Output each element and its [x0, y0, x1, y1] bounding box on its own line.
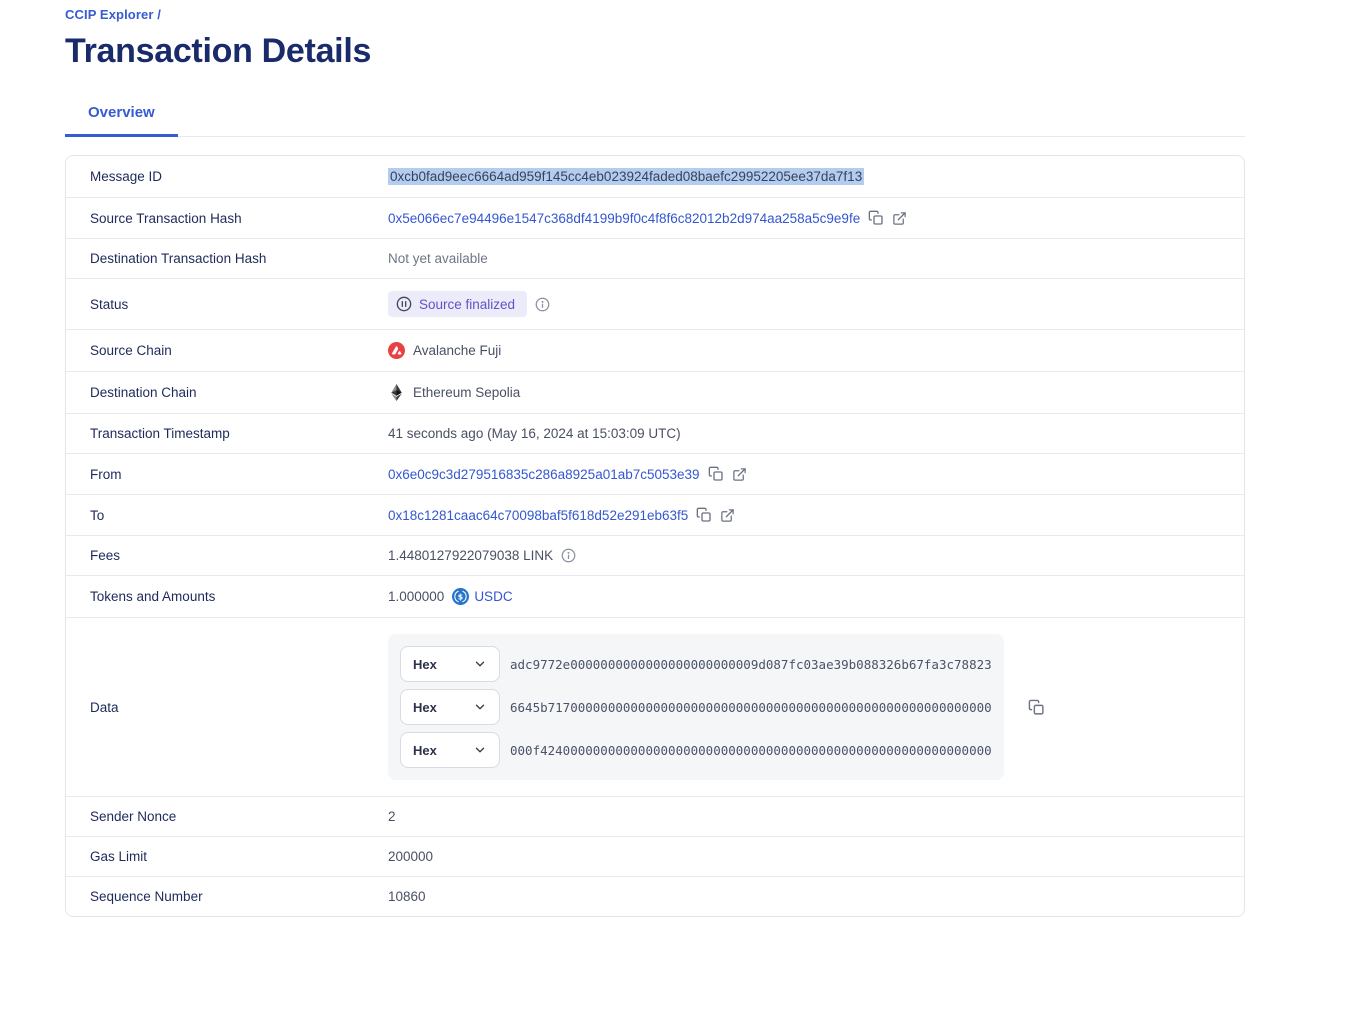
chevron-down-icon	[473, 657, 487, 671]
from-address-link[interactable]: 0x6e0c9c3d279516835c286a8925a01ab7c5053e…	[388, 467, 700, 482]
data-hex-line: 6645b71700000000000000000000000000000000…	[510, 700, 992, 715]
row-label: Tokens and Amounts	[90, 589, 388, 604]
chevron-down-icon	[473, 700, 487, 714]
data-line: Hex 000f42400000000000000000000000000000…	[400, 732, 992, 768]
gas-limit-value: 200000	[388, 849, 433, 864]
row-label: Destination Transaction Hash	[90, 251, 388, 266]
source-chain-value: Avalanche Fuji	[413, 343, 501, 358]
sequence-number-value: 10860	[388, 889, 426, 904]
table-row-sender-nonce: Sender Nonce 2	[66, 797, 1244, 837]
data-panel: Hex adc9772e0000000000000000000000009d08…	[388, 634, 1004, 780]
external-link-icon[interactable]	[720, 508, 735, 523]
copy-icon[interactable]	[1028, 699, 1045, 716]
usdc-icon: $	[452, 588, 469, 605]
breadcrumb: CCIP Explorer /	[65, 7, 1245, 22]
message-id-value: 0xcb0fad9eec6664ad959f145cc4eb023924fade…	[388, 168, 864, 185]
transaction-details-card: Message ID 0xcb0fad9eec6664ad959f145cc4e…	[65, 155, 1245, 917]
table-row-from: From 0x6e0c9c3d279516835c286a8925a01ab7c…	[66, 454, 1244, 495]
row-label: Source Transaction Hash	[90, 211, 388, 226]
token-symbol-link[interactable]: USDC	[474, 589, 512, 604]
data-format-select[interactable]: Hex	[400, 689, 500, 725]
row-label: To	[90, 508, 388, 523]
dest-chain-value: Ethereum Sepolia	[413, 385, 520, 400]
external-link-icon[interactable]	[732, 467, 747, 482]
fees-value: 1.4480127922079038 LINK	[388, 548, 553, 563]
copy-icon[interactable]	[708, 466, 724, 482]
row-label: Data	[90, 700, 388, 715]
row-label: Destination Chain	[90, 385, 388, 400]
pause-circle-icon	[396, 296, 412, 312]
avalanche-icon	[388, 342, 405, 359]
table-row-to: To 0x18c1281caac64c70098baf5f618d52e291e…	[66, 495, 1244, 536]
table-row-status: Status Source finalized	[66, 279, 1244, 330]
table-row-source-tx-hash: Source Transaction Hash 0x5e066ec7e94496…	[66, 198, 1244, 239]
row-label: From	[90, 467, 388, 482]
status-badge-label: Source finalized	[419, 297, 515, 312]
row-label: Source Chain	[90, 343, 388, 358]
tab-bar: Overview	[65, 104, 1245, 137]
row-label: Sequence Number	[90, 889, 388, 904]
table-row-timestamp: Transaction Timestamp 41 seconds ago (Ma…	[66, 414, 1244, 454]
external-link-icon[interactable]	[892, 211, 907, 226]
data-format-label: Hex	[413, 657, 437, 672]
table-row-data: Data Hex adc9772e00000000000000000000000…	[66, 618, 1244, 797]
breadcrumb-link-ccip-explorer[interactable]: CCIP Explorer	[65, 7, 153, 22]
sender-nonce-value: 2	[388, 809, 396, 824]
token-amount: 1.000000	[388, 589, 444, 604]
data-line: Hex 6645b7170000000000000000000000000000…	[400, 689, 992, 725]
copy-icon[interactable]	[696, 507, 712, 523]
data-format-select[interactable]: Hex	[400, 732, 500, 768]
chevron-down-icon	[473, 743, 487, 757]
table-row-tokens: Tokens and Amounts 1.000000 $ USDC	[66, 576, 1244, 618]
svg-text:$: $	[458, 592, 463, 601]
data-format-label: Hex	[413, 700, 437, 715]
data-format-select[interactable]: Hex	[400, 646, 500, 682]
breadcrumb-separator: /	[157, 7, 161, 22]
copy-icon[interactable]	[868, 210, 884, 226]
row-label: Sender Nonce	[90, 809, 388, 824]
tab-overview[interactable]: Overview	[65, 104, 178, 136]
transaction-details-page: CCIP Explorer / Transaction Details Over…	[0, 0, 1310, 957]
data-line: Hex adc9772e0000000000000000000000009d08…	[400, 646, 992, 682]
table-row-source-chain: Source Chain Avalanche Fuji	[66, 330, 1244, 372]
table-row-fees: Fees 1.4480127922079038 LINK	[66, 536, 1244, 576]
data-format-label: Hex	[413, 743, 437, 758]
table-row-message-id: Message ID 0xcb0fad9eec6664ad959f145cc4e…	[66, 156, 1244, 198]
ethereum-icon	[388, 384, 405, 401]
row-label: Transaction Timestamp	[90, 426, 388, 441]
table-row-dest-chain: Destination Chain Ethereum Sepolia	[66, 372, 1244, 414]
source-tx-hash-link[interactable]: 0x5e066ec7e94496e1547c368df4199b9f0c4f8f…	[388, 211, 860, 226]
row-label: Gas Limit	[90, 849, 388, 864]
table-row-dest-tx-hash: Destination Transaction Hash Not yet ava…	[66, 239, 1244, 279]
info-icon[interactable]	[535, 297, 550, 312]
to-address-link[interactable]: 0x18c1281caac64c70098baf5f618d52e291eb63…	[388, 508, 688, 523]
timestamp-value: 41 seconds ago (May 16, 2024 at 15:03:09…	[388, 426, 681, 441]
row-label: Fees	[90, 548, 388, 563]
page-title: Transaction Details	[65, 32, 1245, 71]
dest-tx-hash-value: Not yet available	[388, 251, 488, 266]
data-hex-line: adc9772e0000000000000000000000009d087fc0…	[510, 657, 992, 672]
table-row-sequence-number: Sequence Number 10860	[66, 877, 1244, 916]
status-badge: Source finalized	[388, 291, 527, 317]
row-label: Message ID	[90, 169, 388, 184]
info-icon[interactable]	[561, 548, 576, 563]
row-label: Status	[90, 297, 388, 312]
data-hex-line: 000f424000000000000000000000000000000000…	[510, 743, 992, 758]
table-row-gas-limit: Gas Limit 200000	[66, 837, 1244, 877]
